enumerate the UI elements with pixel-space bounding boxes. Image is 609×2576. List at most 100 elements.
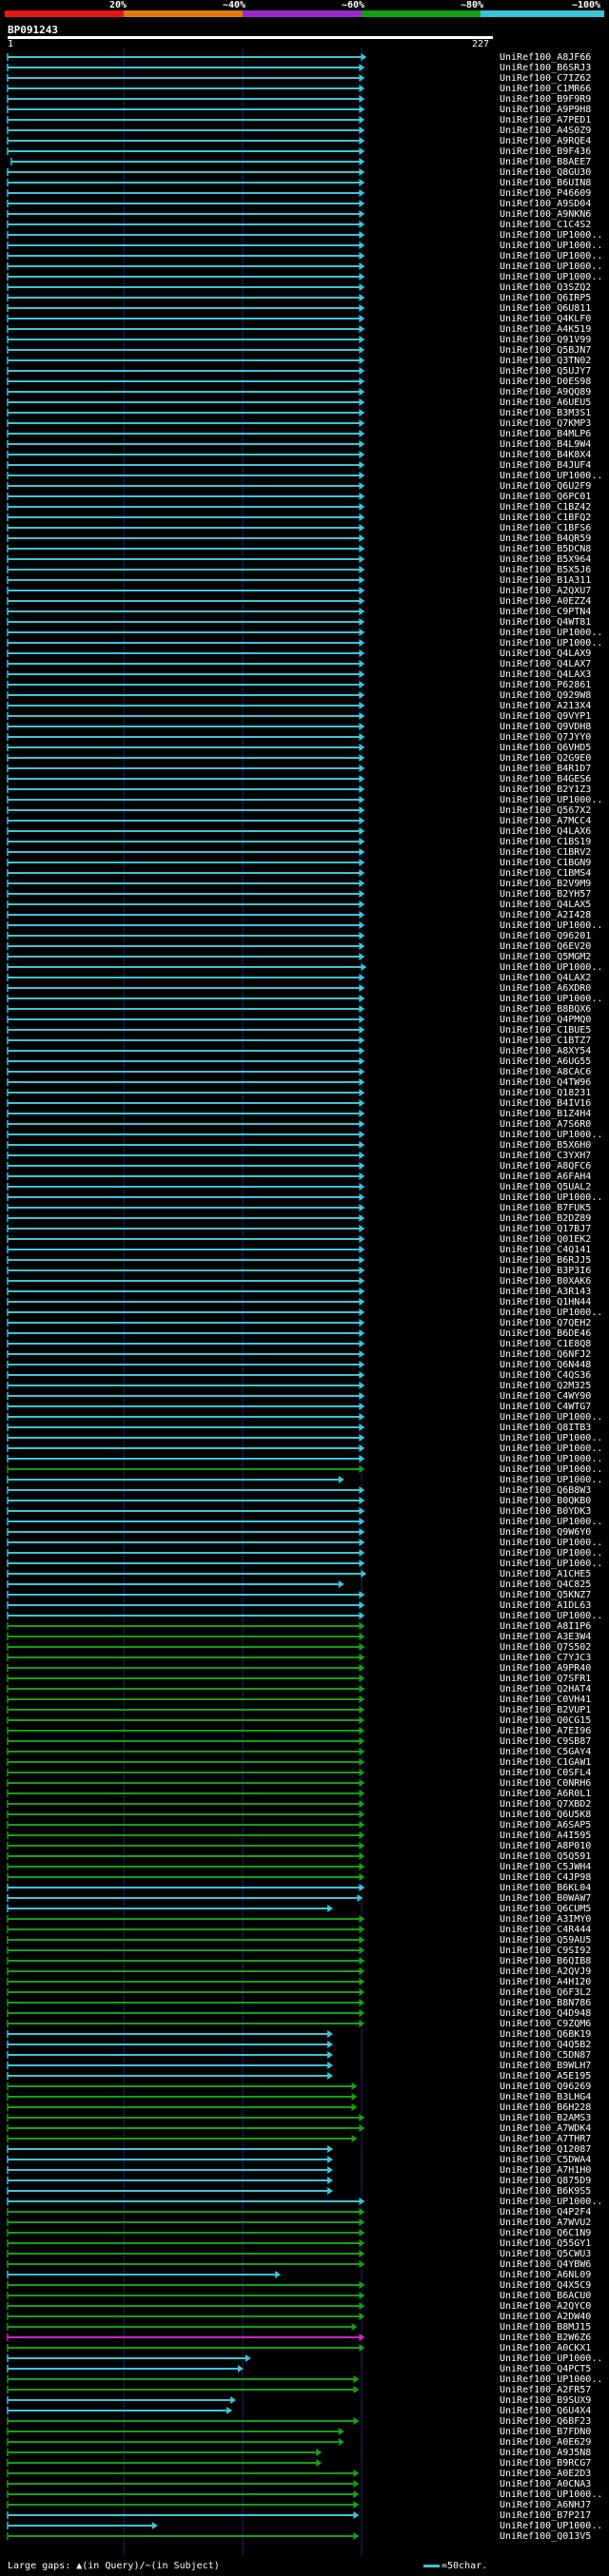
hit-name[interactable]: UniRef100_Q5Q591 xyxy=(500,1851,591,1862)
hit-bar[interactable] xyxy=(7,1214,365,1222)
hit-bar[interactable] xyxy=(7,775,365,783)
hit-bar[interactable] xyxy=(7,472,365,479)
hit-bar[interactable] xyxy=(7,901,365,908)
hit-name[interactable]: UniRef100_A8QFC6 xyxy=(500,1161,591,1172)
hit-name[interactable]: UniRef100_Q6U2F9 xyxy=(500,481,591,492)
hit-name[interactable]: UniRef100_Q2M325 xyxy=(500,1381,591,1391)
hit-bar[interactable] xyxy=(7,1978,365,1985)
hit-bar[interactable] xyxy=(7,1528,365,1536)
hit-name[interactable]: UniRef100_Q6CUM5 xyxy=(500,1904,591,1914)
hit-bar[interactable] xyxy=(7,1120,365,1128)
hit-name[interactable]: UniRef100_UP1000.. xyxy=(500,1443,602,1454)
hit-name[interactable]: UniRef100_UP1000.. xyxy=(500,1559,602,1569)
hit-name[interactable]: UniRef100_B6H228 xyxy=(500,2102,591,2113)
hit-bar[interactable] xyxy=(7,1026,365,1034)
hit-name[interactable]: UniRef100_Q6F3L2 xyxy=(500,1987,591,1998)
hit-bar[interactable] xyxy=(7,754,365,762)
hit-bar[interactable] xyxy=(7,2208,365,2216)
hit-bar[interactable] xyxy=(7,419,365,427)
hit-name[interactable]: UniRef100_Q7S502 xyxy=(500,1642,591,1653)
hit-bar[interactable] xyxy=(7,1957,365,1965)
hit-bar[interactable] xyxy=(7,1444,365,1452)
hit-name[interactable]: UniRef100_A1DL63 xyxy=(500,1600,591,1611)
hit-name[interactable]: UniRef100_UP1000.. xyxy=(500,1548,602,1559)
hit-name[interactable]: UniRef100_B1Z4H4 xyxy=(500,1109,591,1119)
hit-bar[interactable] xyxy=(7,597,365,605)
hit-name[interactable]: UniRef100_A6R0L1 xyxy=(500,1789,591,1799)
hit-bar[interactable] xyxy=(7,1779,365,1787)
hit-bar[interactable] xyxy=(7,1204,365,1211)
hit-name[interactable]: UniRef100_A6SAP5 xyxy=(500,1820,591,1830)
hit-name[interactable]: UniRef100_B3LHG4 xyxy=(500,2092,591,2102)
hit-name[interactable]: UniRef100_B2V9M9 xyxy=(500,879,591,889)
hit-bar[interactable] xyxy=(7,493,365,500)
hit-bar[interactable] xyxy=(7,451,365,458)
hit-name[interactable]: UniRef100_UP1000.. xyxy=(500,2489,602,2500)
hit-name[interactable]: UniRef100_A9PR40 xyxy=(500,1663,591,1674)
hit-name[interactable]: UniRef100_B6UIN8 xyxy=(500,178,591,188)
hit-name[interactable]: UniRef100_C1BUE5 xyxy=(500,1025,591,1036)
hit-name[interactable]: UniRef100_B4L9W4 xyxy=(500,439,591,450)
hit-name[interactable]: UniRef100_A4H120 xyxy=(500,1977,591,1987)
hit-bar[interactable] xyxy=(7,639,365,647)
hit-name[interactable]: UniRef100_A7MCC4 xyxy=(500,816,591,826)
hit-bar[interactable] xyxy=(7,1225,365,1232)
hit-name[interactable]: UniRef100_UP1000.. xyxy=(500,1192,602,1203)
hit-bar[interactable] xyxy=(7,357,365,364)
hit-bar[interactable] xyxy=(7,1193,365,1201)
hit-bar[interactable] xyxy=(7,2239,365,2247)
hit-bar[interactable] xyxy=(7,2135,358,2142)
hit-bar[interactable] xyxy=(7,1434,365,1442)
hit-name[interactable]: UniRef100_C1C4S2 xyxy=(500,220,591,230)
hit-name[interactable]: UniRef100_B3P3I6 xyxy=(500,1266,591,1276)
hit-name[interactable]: UniRef100_B9F9R9 xyxy=(500,94,591,105)
hit-bar[interactable] xyxy=(7,2062,334,2069)
hit-name[interactable]: UniRef100_C3YXH7 xyxy=(500,1151,591,1161)
hit-name[interactable]: UniRef100_Q01EK2 xyxy=(500,1234,591,1245)
hit-name[interactable]: UniRef100_A8P010 xyxy=(500,1841,591,1851)
hit-bar[interactable] xyxy=(7,974,365,981)
hit-name[interactable]: UniRef100_UP1000.. xyxy=(500,994,602,1004)
hit-bar[interactable] xyxy=(7,1340,365,1347)
hit-bar[interactable] xyxy=(7,1016,365,1023)
hit-bar[interactable] xyxy=(7,1382,365,1389)
hit-name[interactable]: UniRef100_UP1000.. xyxy=(500,471,602,481)
hit-name[interactable]: UniRef100_A7S6R0 xyxy=(500,1119,591,1130)
hit-name[interactable]: UniRef100_UP1000.. xyxy=(500,1433,602,1443)
hit-bar[interactable] xyxy=(7,932,365,939)
hit-bar[interactable] xyxy=(7,587,365,594)
hit-bar[interactable] xyxy=(7,1141,365,1149)
hit-name[interactable]: UniRef100_C0SFL4 xyxy=(500,1768,591,1778)
hit-name[interactable]: UniRef100_B4MLP6 xyxy=(500,429,591,439)
hit-bar[interactable] xyxy=(7,513,365,521)
hit-name[interactable]: UniRef100_B8MJ15 xyxy=(500,2322,591,2333)
hit-bar[interactable] xyxy=(7,1737,365,1745)
hit-bar[interactable] xyxy=(7,2365,244,2373)
hit-bar[interactable] xyxy=(7,2480,360,2488)
hit-bar[interactable] xyxy=(7,608,365,615)
hit-name[interactable]: UniRef100_A6NHJ7 xyxy=(500,2500,591,2510)
hit-name[interactable]: UniRef100_UP1000.. xyxy=(500,272,602,282)
hit-bar[interactable] xyxy=(7,273,365,281)
hit-name[interactable]: UniRef100_A2I428 xyxy=(500,910,591,920)
hit-name[interactable]: UniRef100_B4QR59 xyxy=(500,533,591,544)
hit-name[interactable]: UniRef100_A8XY54 xyxy=(500,1046,591,1056)
hit-bar[interactable] xyxy=(7,2344,365,2352)
hit-bar[interactable] xyxy=(7,2438,344,2446)
hit-name[interactable]: UniRef100_Q6VHD5 xyxy=(500,743,591,753)
hit-name[interactable]: UniRef100_B9F436 xyxy=(500,146,591,157)
hit-name[interactable]: UniRef100_A8I1P6 xyxy=(500,1621,591,1632)
hit-name[interactable]: UniRef100_C1BFS6 xyxy=(500,523,591,533)
hit-bar[interactable] xyxy=(7,388,365,396)
hit-bar[interactable] xyxy=(7,1476,344,1483)
hit-name[interactable]: UniRef100_A6UEU5 xyxy=(500,397,591,408)
hit-bar[interactable] xyxy=(7,1497,365,1504)
hit-bar[interactable] xyxy=(7,2260,365,2268)
hit-name[interactable]: UniRef100_B0QKB0 xyxy=(500,1496,591,1506)
hit-bar[interactable] xyxy=(7,1078,365,1086)
hit-name[interactable]: UniRef100_UP1000.. xyxy=(500,638,602,649)
hit-name[interactable]: UniRef100_Q17BJ7 xyxy=(500,1224,591,1234)
hit-name[interactable]: UniRef100_B2DZ89 xyxy=(500,1213,591,1224)
hit-name[interactable]: UniRef100_A8JF66 xyxy=(500,52,591,63)
hit-bar[interactable] xyxy=(7,1507,365,1515)
